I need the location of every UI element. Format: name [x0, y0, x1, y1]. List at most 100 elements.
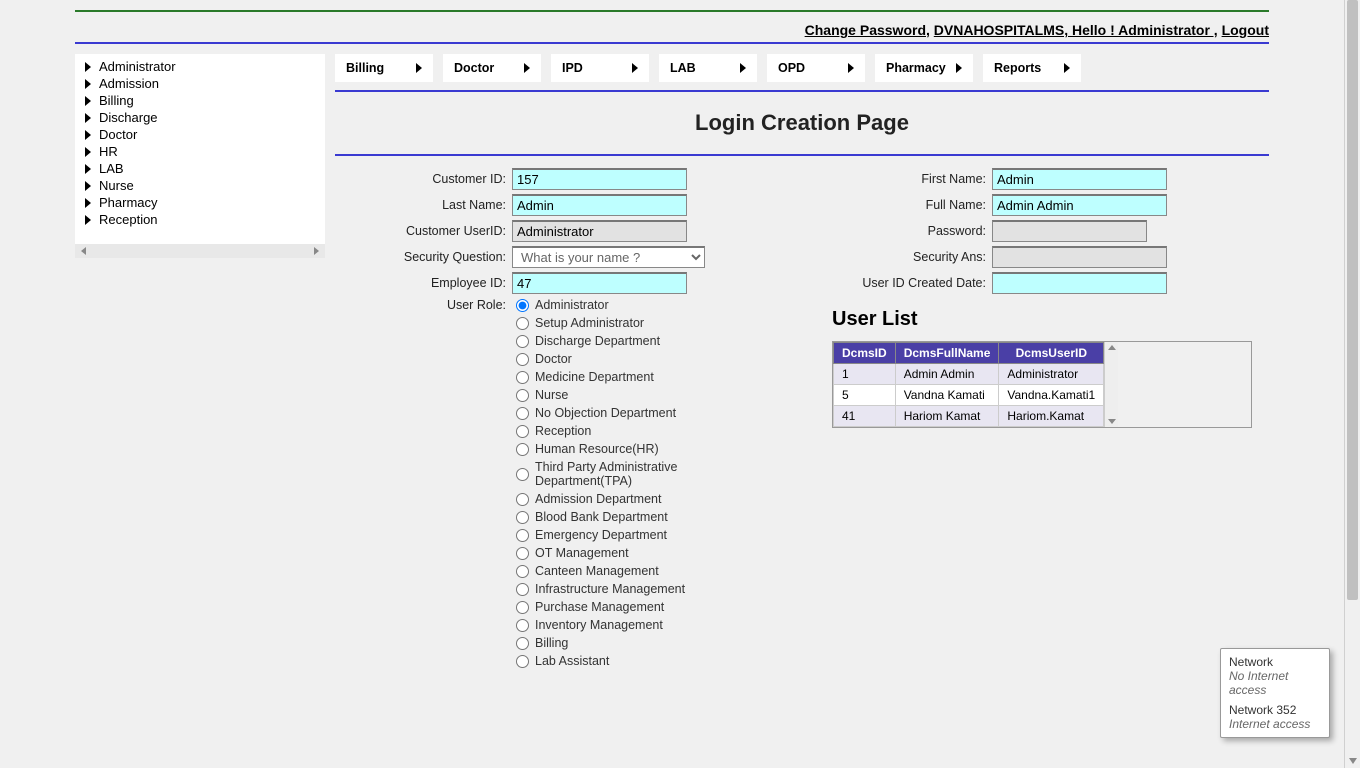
role-option[interactable]: Doctor: [516, 352, 772, 366]
table-row[interactable]: 1Admin AdminAdministrator: [834, 364, 1104, 385]
role-radio[interactable]: [516, 565, 529, 578]
role-option[interactable]: OT Management: [516, 546, 772, 560]
label-security-ans: Security Ans:: [832, 250, 992, 264]
role-radio[interactable]: [516, 468, 529, 481]
customer-userid-field[interactable]: [512, 220, 687, 242]
first-name-field[interactable]: [992, 168, 1167, 190]
role-radio[interactable]: [516, 529, 529, 542]
chevron-right-icon: [848, 63, 854, 73]
menu-doctor[interactable]: Doctor: [443, 54, 541, 82]
top-blue-rule: [75, 42, 1269, 44]
role-option[interactable]: Administrator: [516, 298, 772, 312]
role-radio[interactable]: [516, 493, 529, 506]
role-radio[interactable]: [516, 443, 529, 456]
role-radio[interactable]: [516, 371, 529, 384]
role-option[interactable]: Human Resource(HR): [516, 442, 772, 456]
role-option[interactable]: Infrastructure Management: [516, 582, 772, 596]
role-label: Discharge Department: [535, 334, 660, 348]
role-option[interactable]: Discharge Department: [516, 334, 772, 348]
menu-pharmacy[interactable]: Pharmacy: [875, 54, 973, 82]
role-option[interactable]: Inventory Management: [516, 618, 772, 632]
menu-billing[interactable]: Billing: [335, 54, 433, 82]
sidebar-item-nurse[interactable]: Nurse: [75, 177, 325, 194]
scrollbar-thumb[interactable]: [1347, 0, 1358, 600]
logout-link[interactable]: Logout: [1222, 22, 1269, 38]
role-radio[interactable]: [516, 637, 529, 650]
menu-ipd[interactable]: IPD: [551, 54, 649, 82]
role-radio[interactable]: [516, 389, 529, 402]
table-row[interactable]: 5Vandna KamatiVandna.Kamati1: [834, 385, 1104, 406]
table-row[interactable]: 41Hariom KamatHariom.Kamat: [834, 406, 1104, 427]
role-option[interactable]: Setup Administrator: [516, 316, 772, 330]
sidebar-item-hr[interactable]: HR: [75, 143, 325, 160]
label-security-question: Security Question:: [352, 250, 512, 264]
sidebar-item-reception[interactable]: Reception: [75, 211, 325, 228]
menu-label: Reports: [994, 61, 1041, 75]
role-label: Human Resource(HR): [535, 442, 659, 456]
security-question-select[interactable]: What is your name ?: [512, 246, 705, 268]
role-option[interactable]: Canteen Management: [516, 564, 772, 578]
employee-id-field[interactable]: [512, 272, 687, 294]
menu-label: Doctor: [454, 61, 494, 75]
menu-label: IPD: [562, 61, 583, 75]
userlist-scrollbar[interactable]: [1104, 342, 1118, 427]
sidebar-item-label: Discharge: [99, 110, 158, 125]
role-radio[interactable]: [516, 547, 529, 560]
label-full-name: Full Name:: [832, 198, 992, 212]
created-date-field[interactable]: [992, 272, 1167, 294]
full-name-field[interactable]: [992, 194, 1167, 216]
chevron-right-icon: [85, 215, 91, 225]
table-cell: 1: [834, 364, 896, 385]
sidebar-item-admission[interactable]: Admission: [75, 75, 325, 92]
sidebar-item-lab[interactable]: LAB: [75, 160, 325, 177]
role-option[interactable]: Admission Department: [516, 492, 772, 506]
role-option[interactable]: Blood Bank Department: [516, 510, 772, 524]
role-option[interactable]: No Objection Department: [516, 406, 772, 420]
role-radio[interactable]: [516, 353, 529, 366]
password-field[interactable]: [992, 220, 1147, 242]
role-option[interactable]: Nurse: [516, 388, 772, 402]
menu-opd[interactable]: OPD: [767, 54, 865, 82]
browser-scrollbar[interactable]: [1344, 0, 1360, 768]
role-radio[interactable]: [516, 619, 529, 632]
role-option[interactable]: Lab Assistant: [516, 654, 772, 668]
role-radio[interactable]: [516, 511, 529, 524]
sidebar-item-label: Reception: [99, 212, 158, 227]
menu-reports[interactable]: Reports: [983, 54, 1081, 82]
role-radio[interactable]: [516, 407, 529, 420]
sidebar-item-billing[interactable]: Billing: [75, 92, 325, 109]
last-name-field[interactable]: [512, 194, 687, 216]
sidebar-item-doctor[interactable]: Doctor: [75, 126, 325, 143]
role-option[interactable]: Emergency Department: [516, 528, 772, 542]
role-radio[interactable]: [516, 425, 529, 438]
role-radio[interactable]: [516, 335, 529, 348]
role-option[interactable]: Third Party Administrative Department(TP…: [516, 460, 772, 488]
app-title-greeting[interactable]: DVNAHOSPITALMS, Hello ! Administrator ,: [934, 22, 1218, 38]
sidebar-item-pharmacy[interactable]: Pharmacy: [75, 194, 325, 211]
label-first-name: First Name:: [832, 172, 992, 186]
role-label: Lab Assistant: [535, 654, 609, 668]
change-password-link[interactable]: Change Password: [805, 22, 926, 38]
security-ans-field[interactable]: [992, 246, 1167, 268]
menu-label: Pharmacy: [886, 61, 946, 75]
table-cell: Admin Admin: [895, 364, 999, 385]
label-employee-id: Employee ID:: [352, 276, 512, 290]
customer-id-field[interactable]: [512, 168, 687, 190]
sidebar-item-administrator[interactable]: Administrator: [75, 58, 325, 75]
role-radio[interactable]: [516, 601, 529, 614]
role-radio[interactable]: [516, 317, 529, 330]
role-option[interactable]: Purchase Management: [516, 600, 772, 614]
role-option[interactable]: Reception: [516, 424, 772, 438]
menu-lab[interactable]: LAB: [659, 54, 757, 82]
userlist-table: DcmsIDDcmsFullNameDcmsUserID 1Admin Admi…: [833, 342, 1104, 427]
role-radio[interactable]: [516, 655, 529, 668]
role-option[interactable]: Medicine Department: [516, 370, 772, 384]
role-radio[interactable]: [516, 299, 529, 312]
role-option[interactable]: Billing: [516, 636, 772, 650]
chevron-right-icon: [956, 63, 962, 73]
sidebar-scrollbar[interactable]: [75, 244, 325, 258]
sidebar-item-discharge[interactable]: Discharge: [75, 109, 325, 126]
role-radio[interactable]: [516, 583, 529, 596]
sidebar-item-label: HR: [99, 144, 118, 159]
chevron-right-icon: [85, 181, 91, 191]
